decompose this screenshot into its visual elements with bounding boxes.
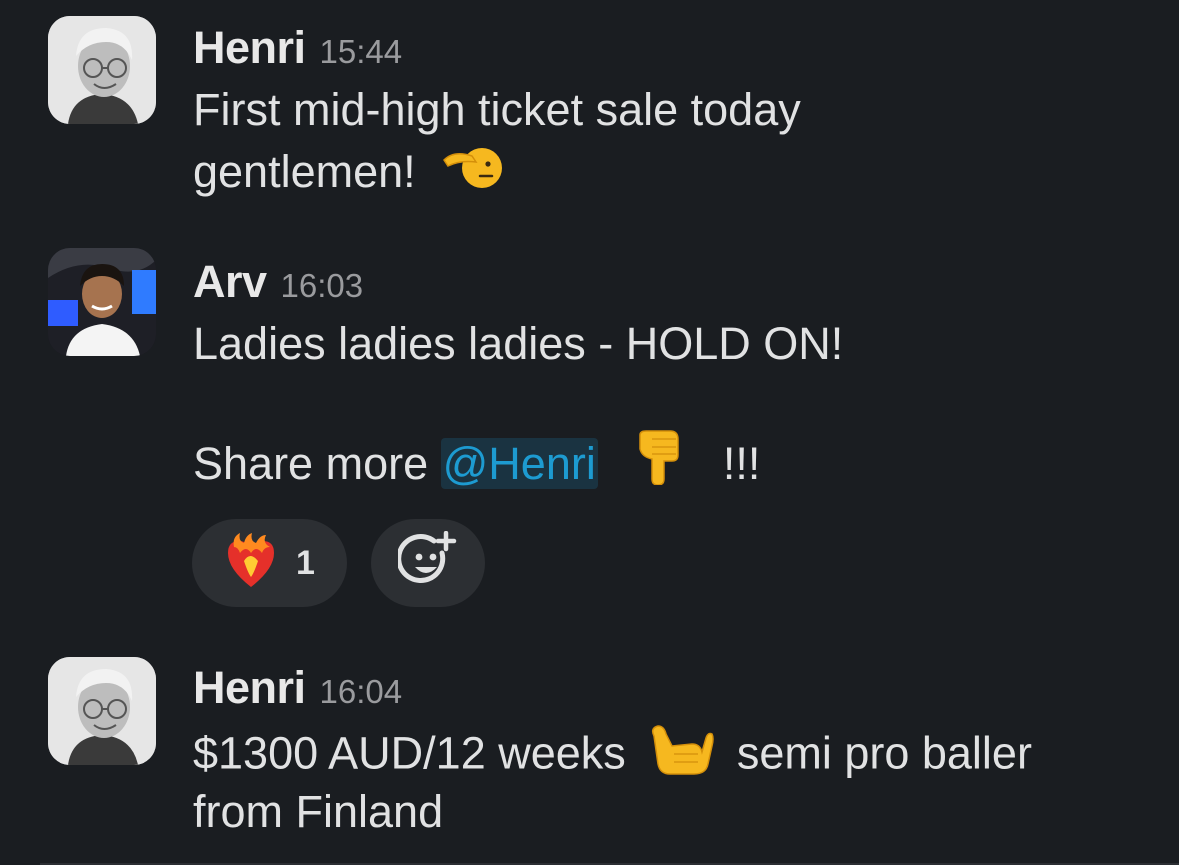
timestamp[interactable]: 15:44 [320,33,403,71]
message-text: Share more [193,438,429,489]
message-henri-2[interactable]: Henri 16:04 $1300 AUD/12 weeks semi pro … [0,640,1179,865]
author-name[interactable]: Henri [193,22,306,74]
heart-on-fire-emoji [224,532,278,594]
message-text: !!! [722,438,761,489]
message-henri-1[interactable]: Henri 15:44 First mid-high ticket sale t… [0,0,1179,230]
message-text: semi pro baller [736,727,1032,779]
saluting-face-emoji [442,138,504,205]
user-mention[interactable]: @Henri [440,438,598,489]
reaction-heart-on-fire[interactable]: 1 [192,519,347,607]
timestamp[interactable]: 16:04 [320,673,403,711]
add-reaction-icon [396,530,458,596]
author-name[interactable]: Arv [193,256,267,308]
reaction-count: 1 [296,543,315,582]
timestamp[interactable]: 16:03 [281,267,364,305]
message-text-line: from Finland [193,786,444,837]
message-text: gentlemen! [193,146,416,197]
message-meta: Henri 15:44 [193,22,403,74]
message-text: $1300 AUD/12 weeks [193,727,626,779]
message-text-line: Ladies ladies ladies - HOLD ON! [193,318,844,369]
message-text-line: $1300 AUD/12 weeks semi pro baller [193,722,1032,791]
author-name[interactable]: Henri [193,662,306,714]
arv-avatar[interactable] [48,248,156,356]
message-arv[interactable]: Arv 16:03 Ladies ladies ladies - HOLD ON… [0,230,1179,640]
message-meta: Henri 16:04 [193,662,403,714]
call-me-hand-emoji [648,716,715,791]
henri-avatar[interactable] [48,16,156,124]
henri-avatar[interactable] [48,657,156,765]
pointing-down-emoji [632,429,684,500]
message-text-line: Share more @Henri !!! [193,429,761,500]
message-text-line: First mid-high ticket sale today [193,84,801,135]
message-text-line: gentlemen! [193,142,504,205]
message-meta: Arv 16:03 [193,256,364,308]
add-reaction-button[interactable] [371,519,485,607]
